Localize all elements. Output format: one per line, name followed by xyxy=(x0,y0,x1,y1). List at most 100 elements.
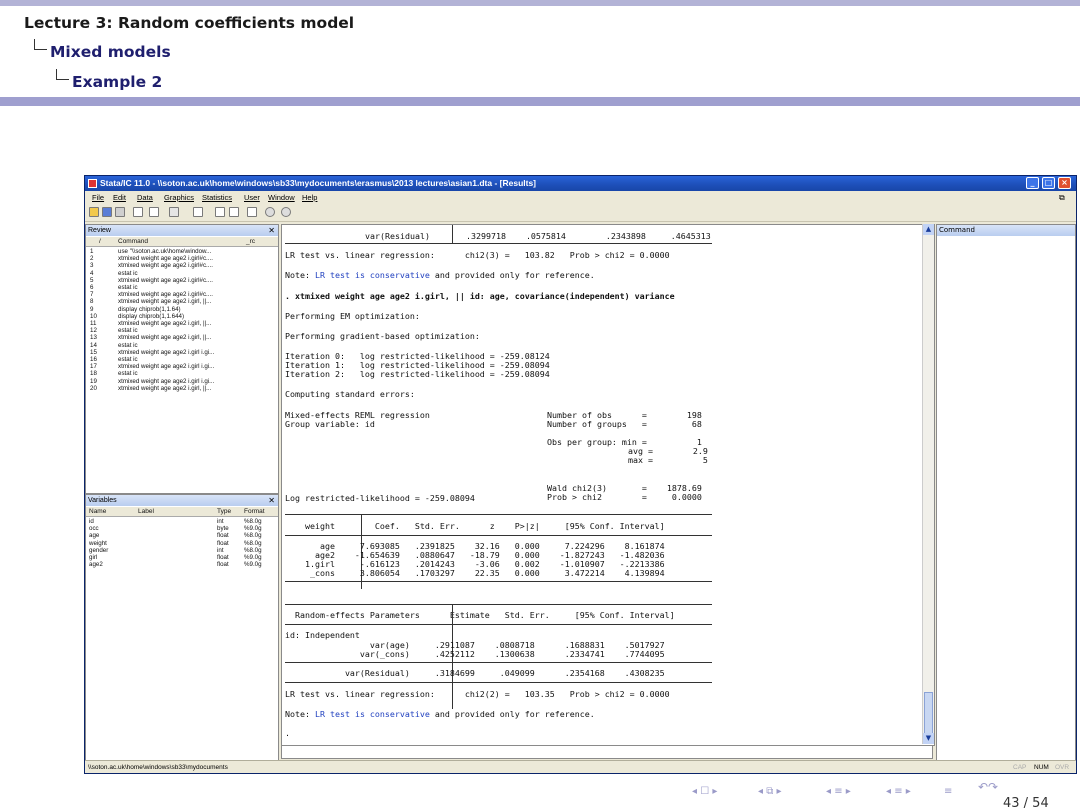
review-item-number: 6 xyxy=(90,284,94,291)
save-icon[interactable] xyxy=(102,207,112,217)
minimize-icon[interactable]: _ xyxy=(1026,177,1039,189)
variables-manager-icon[interactable] xyxy=(247,207,257,217)
menu-graphics[interactable]: Graphics xyxy=(164,191,194,204)
variable-row[interactable]: age2 float %9.0g xyxy=(88,561,276,568)
review-item[interactable]: 18 estat ic xyxy=(88,370,276,377)
do-file-editor-icon[interactable] xyxy=(193,207,203,217)
review-item[interactable]: 20 xtmixed weight age age2 i.girl, ||... xyxy=(88,385,276,392)
variable-format: %8.0g xyxy=(244,518,262,525)
review-item[interactable]: 14 estat ic xyxy=(88,342,276,349)
results-window[interactable]: var(Residual) .3299718 .0575814 .2343898… xyxy=(281,224,935,746)
note-link[interactable]: LR test is conservative xyxy=(315,709,430,719)
variables-col-format[interactable]: Format xyxy=(244,507,265,516)
breadcrumb-section[interactable]: Mixed models xyxy=(50,43,171,61)
command-input[interactable] xyxy=(281,745,933,759)
viewer-icon[interactable] xyxy=(149,207,159,217)
lr-test-line: LR test vs. linear regression: chi2(3) =… xyxy=(285,250,670,260)
breadcrumb-subsection[interactable]: Example 2 xyxy=(72,73,162,91)
review-item[interactable]: 12 estat ic xyxy=(88,327,276,334)
review-item[interactable]: 9 display chiprob(1,1.64) xyxy=(88,306,276,313)
log-icon[interactable] xyxy=(133,207,143,217)
review-item-command: xtmixed weight age age2 i.girl#c.... xyxy=(118,291,213,299)
review-item[interactable]: 15 xtmixed weight age age2 i.girl i.gi... xyxy=(88,349,276,356)
graph-icon[interactable] xyxy=(169,207,179,217)
menu-edit[interactable]: Edit xyxy=(113,191,126,204)
variable-row[interactable]: weight float %8.0g xyxy=(88,540,276,547)
data-editor-icon[interactable] xyxy=(215,207,225,217)
nav-subsection-icon[interactable]: ◂ ⧉ ▸ xyxy=(758,786,782,800)
nav-section-icon[interactable]: ◂ ≡ ▸ xyxy=(826,786,851,800)
review-item[interactable]: 4 estat ic xyxy=(88,270,276,277)
print-icon[interactable] xyxy=(115,207,125,217)
review-col-command[interactable]: Command xyxy=(118,237,148,246)
review-item[interactable]: 6 estat ic xyxy=(88,284,276,291)
scroll-thumb[interactable] xyxy=(924,692,933,734)
variable-row[interactable]: gender int %8.0g xyxy=(88,547,276,554)
variable-name: id xyxy=(89,518,94,525)
data-browser-icon[interactable] xyxy=(229,207,239,217)
review-item[interactable]: 13 xtmixed weight age age2 i.girl, ||... xyxy=(88,334,276,341)
review-item[interactable]: 3 xtmixed weight age age2 i.girl#c.... xyxy=(88,262,276,269)
review-item-command: estat ic xyxy=(118,327,138,335)
review-item[interactable]: 11 xtmixed weight age age2 i.girl, ||... xyxy=(88,320,276,327)
menu-user[interactable]: User xyxy=(244,191,260,204)
review-item-number: 10 xyxy=(90,312,97,320)
note-link[interactable]: LR test is conservative xyxy=(315,270,430,280)
nav-frame-prev-icon[interactable]: ◂ ☐ ▸ xyxy=(692,786,717,800)
review-item[interactable]: 8 xtmixed weight age age2 i.girl, ||... xyxy=(88,298,276,305)
results-scrollbar[interactable]: ▲ ▼ xyxy=(922,224,934,744)
review-item[interactable]: 2 xtmixed weight age age2 i.girl#c.... xyxy=(88,255,276,262)
more-icon[interactable] xyxy=(265,207,275,217)
note-line: Note: LR test is conservative and provid… xyxy=(285,709,595,719)
review-col-index: / xyxy=(99,238,101,245)
menu-help[interactable]: Help xyxy=(302,191,317,204)
nav-outline-icon[interactable]: ≡ xyxy=(944,786,952,800)
menu-data[interactable]: Data xyxy=(137,191,153,204)
maximize-icon[interactable]: □ xyxy=(1042,177,1055,189)
review-item[interactable]: 5 xtmixed weight age age2 i.girl#c.... xyxy=(88,277,276,284)
random-row: var(_cons) .4252112 .1300638 .2334741 .7… xyxy=(285,649,665,659)
review-col-rc[interactable]: _rc xyxy=(246,237,255,246)
review-item[interactable]: 7 xtmixed weight age age2 i.girl#c.... xyxy=(88,291,276,298)
variable-row[interactable]: id int %8.0g xyxy=(88,518,276,525)
scroll-down-icon[interactable]: ▼ xyxy=(923,733,934,744)
window-titlebar[interactable]: Stata/IC 11.0 - \\soton.ac.uk\home\windo… xyxy=(85,176,1076,191)
variables-col-label[interactable]: Label xyxy=(138,507,154,516)
variables-col-type[interactable]: Type xyxy=(217,507,231,516)
review-item-number: 1 xyxy=(90,248,94,255)
scroll-up-icon[interactable]: ▲ xyxy=(923,224,934,235)
close-icon[interactable]: × xyxy=(1058,177,1071,189)
breadcrumb-lecture[interactable]: Lecture 3: Random coefficients model xyxy=(24,14,354,32)
review-item-command: use "\\soton.ac.uk\home\window... xyxy=(118,248,212,255)
log-likelihood: Log restricted-likelihood = -259.08094 xyxy=(285,493,475,503)
review-item[interactable]: 1 use "\\soton.ac.uk\home\window... xyxy=(88,248,276,255)
review-item[interactable]: 16 estat ic xyxy=(88,356,276,363)
variable-row[interactable]: occ byte %9.0g xyxy=(88,525,276,532)
review-item-number: 18 xyxy=(90,370,97,378)
variables-col-name[interactable]: Name xyxy=(89,507,106,516)
random-id-label: id: Independent xyxy=(285,630,360,640)
restore-icon[interactable]: ⧉ xyxy=(1059,191,1065,204)
menu-statistics[interactable]: Statistics xyxy=(202,191,232,204)
review-item[interactable]: 10 display chiprob(1,1.644) xyxy=(88,313,276,320)
variable-row[interactable]: girl float %9.0g xyxy=(88,554,276,561)
close-icon[interactable]: ✕ xyxy=(268,495,275,506)
review-item[interactable]: 19 xtmixed weight age age2 i.girl i.gi... xyxy=(88,378,276,385)
review-item-command: display chiprob(1,1.644) xyxy=(118,312,185,320)
review-columns: / Command _rc xyxy=(86,237,278,247)
close-icon[interactable]: ✕ xyxy=(268,225,275,236)
nav-subsection-list-icon[interactable]: ◂ ≡ ▸ xyxy=(886,786,911,800)
computing-line: Computing standard errors: xyxy=(285,389,415,399)
menu-file[interactable]: File xyxy=(92,191,104,204)
variable-row[interactable]: age float %8.0g xyxy=(88,532,276,539)
open-icon[interactable] xyxy=(89,207,99,217)
window-title: Stata/IC 11.0 - \\soton.ac.uk\home\windo… xyxy=(100,178,537,188)
review-item-command: xtmixed weight age age2 i.girl#c.... xyxy=(118,276,213,284)
nav-search-icon[interactable]: ↶↷ xyxy=(978,780,998,794)
variable-type: int xyxy=(217,546,224,554)
variable-type: float xyxy=(217,539,229,547)
break-icon[interactable] xyxy=(281,207,291,217)
review-item-number: 9 xyxy=(90,305,94,313)
menu-window[interactable]: Window xyxy=(268,191,295,204)
review-item[interactable]: 17 xtmixed weight age age2 i.girl i.gi... xyxy=(88,363,276,370)
